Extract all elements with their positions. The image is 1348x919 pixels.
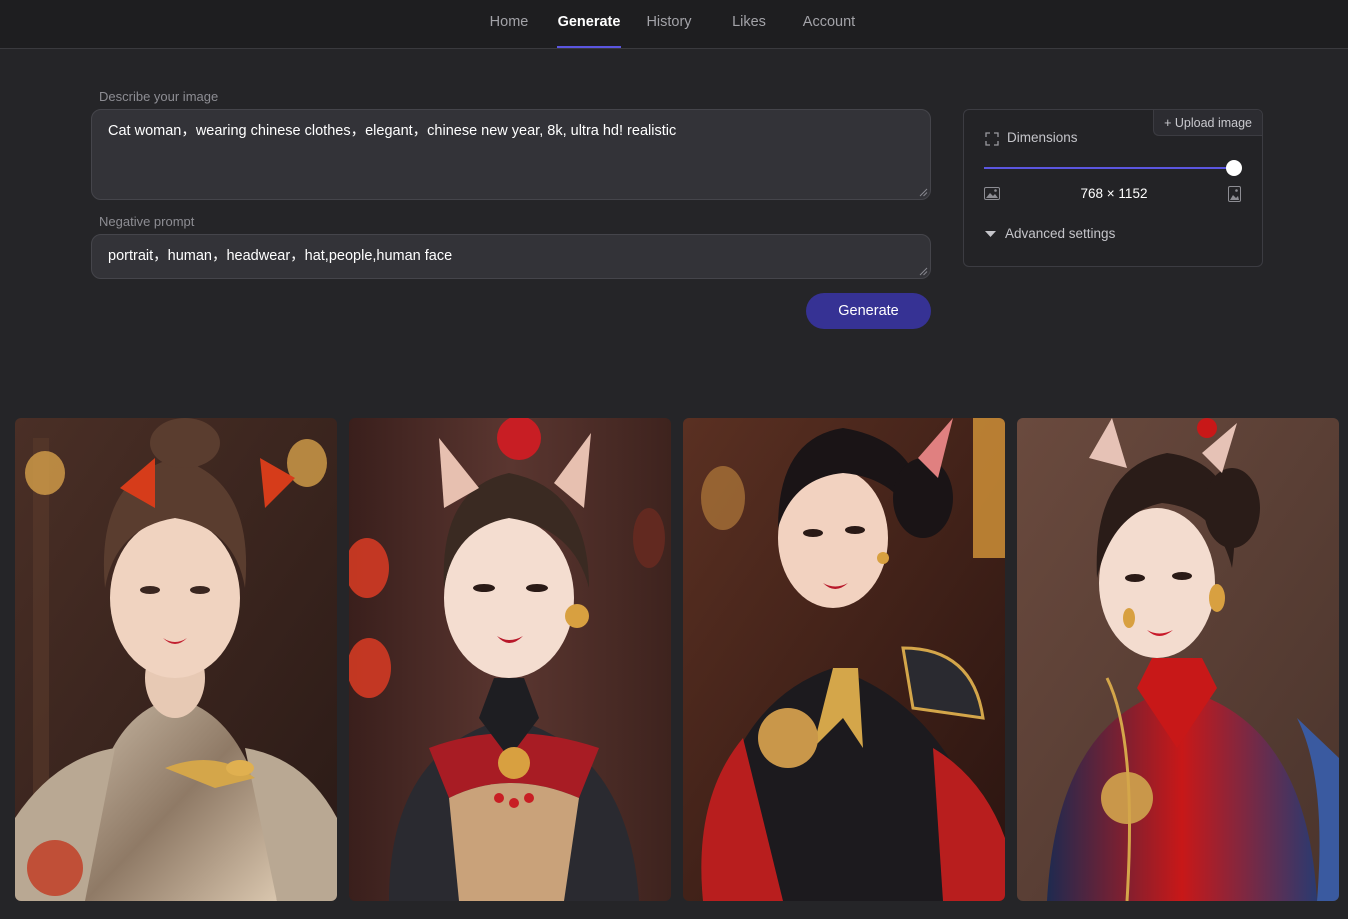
resize-grip-icon[interactable] [919,267,928,276]
generated-image-2-art [349,418,671,901]
advanced-settings-label: Advanced settings [1005,226,1116,241]
prompt-input[interactable]: Cat woman，wearing chinese clothes，elegan… [91,109,931,200]
top-navigation: Home Generate History Likes Account [0,0,1348,49]
nav-generate[interactable]: Generate [554,0,624,48]
caret-down-icon [985,231,996,237]
nav-account[interactable]: Account [796,0,862,48]
generated-image-1-art [15,418,337,901]
negative-prompt-text: portrait，human，headwear，hat,people,human… [108,248,453,264]
active-tab-indicator [557,46,621,48]
generated-image-3[interactable] [683,418,1005,901]
negative-prompt-label: Negative prompt [99,214,195,229]
generated-image-2[interactable] [349,418,671,901]
dimension-slider-handle[interactable] [1226,160,1242,176]
upload-image-button[interactable]: + Upload image [1153,110,1262,136]
generated-image-4[interactable] [1017,418,1339,901]
negative-prompt-input[interactable]: portrait，human，headwear，hat,people,human… [91,234,931,279]
generated-image-4-art [1017,418,1339,901]
portrait-image-icon[interactable] [1228,186,1241,202]
nav-home[interactable]: Home [482,0,536,48]
dimension-value: 768 × 1152 [1080,186,1148,201]
nav-likes[interactable]: Likes [724,0,774,48]
nav-history[interactable]: History [640,0,698,48]
expand-icon [985,132,999,146]
prompt-label: Describe your image [99,89,219,104]
prompt-text: Cat woman，wearing chinese clothes，elegan… [108,123,677,139]
settings-panel: + Upload image Dimensions 768 × 1152 Adv… [963,109,1263,267]
resize-grip-icon[interactable] [919,188,928,197]
dimension-slider-track[interactable] [984,167,1234,169]
generated-image-3-art [683,418,1005,901]
dimensions-label: Dimensions [1007,130,1078,145]
generate-button[interactable]: Generate [806,293,931,329]
generated-image-1[interactable] [15,418,337,901]
